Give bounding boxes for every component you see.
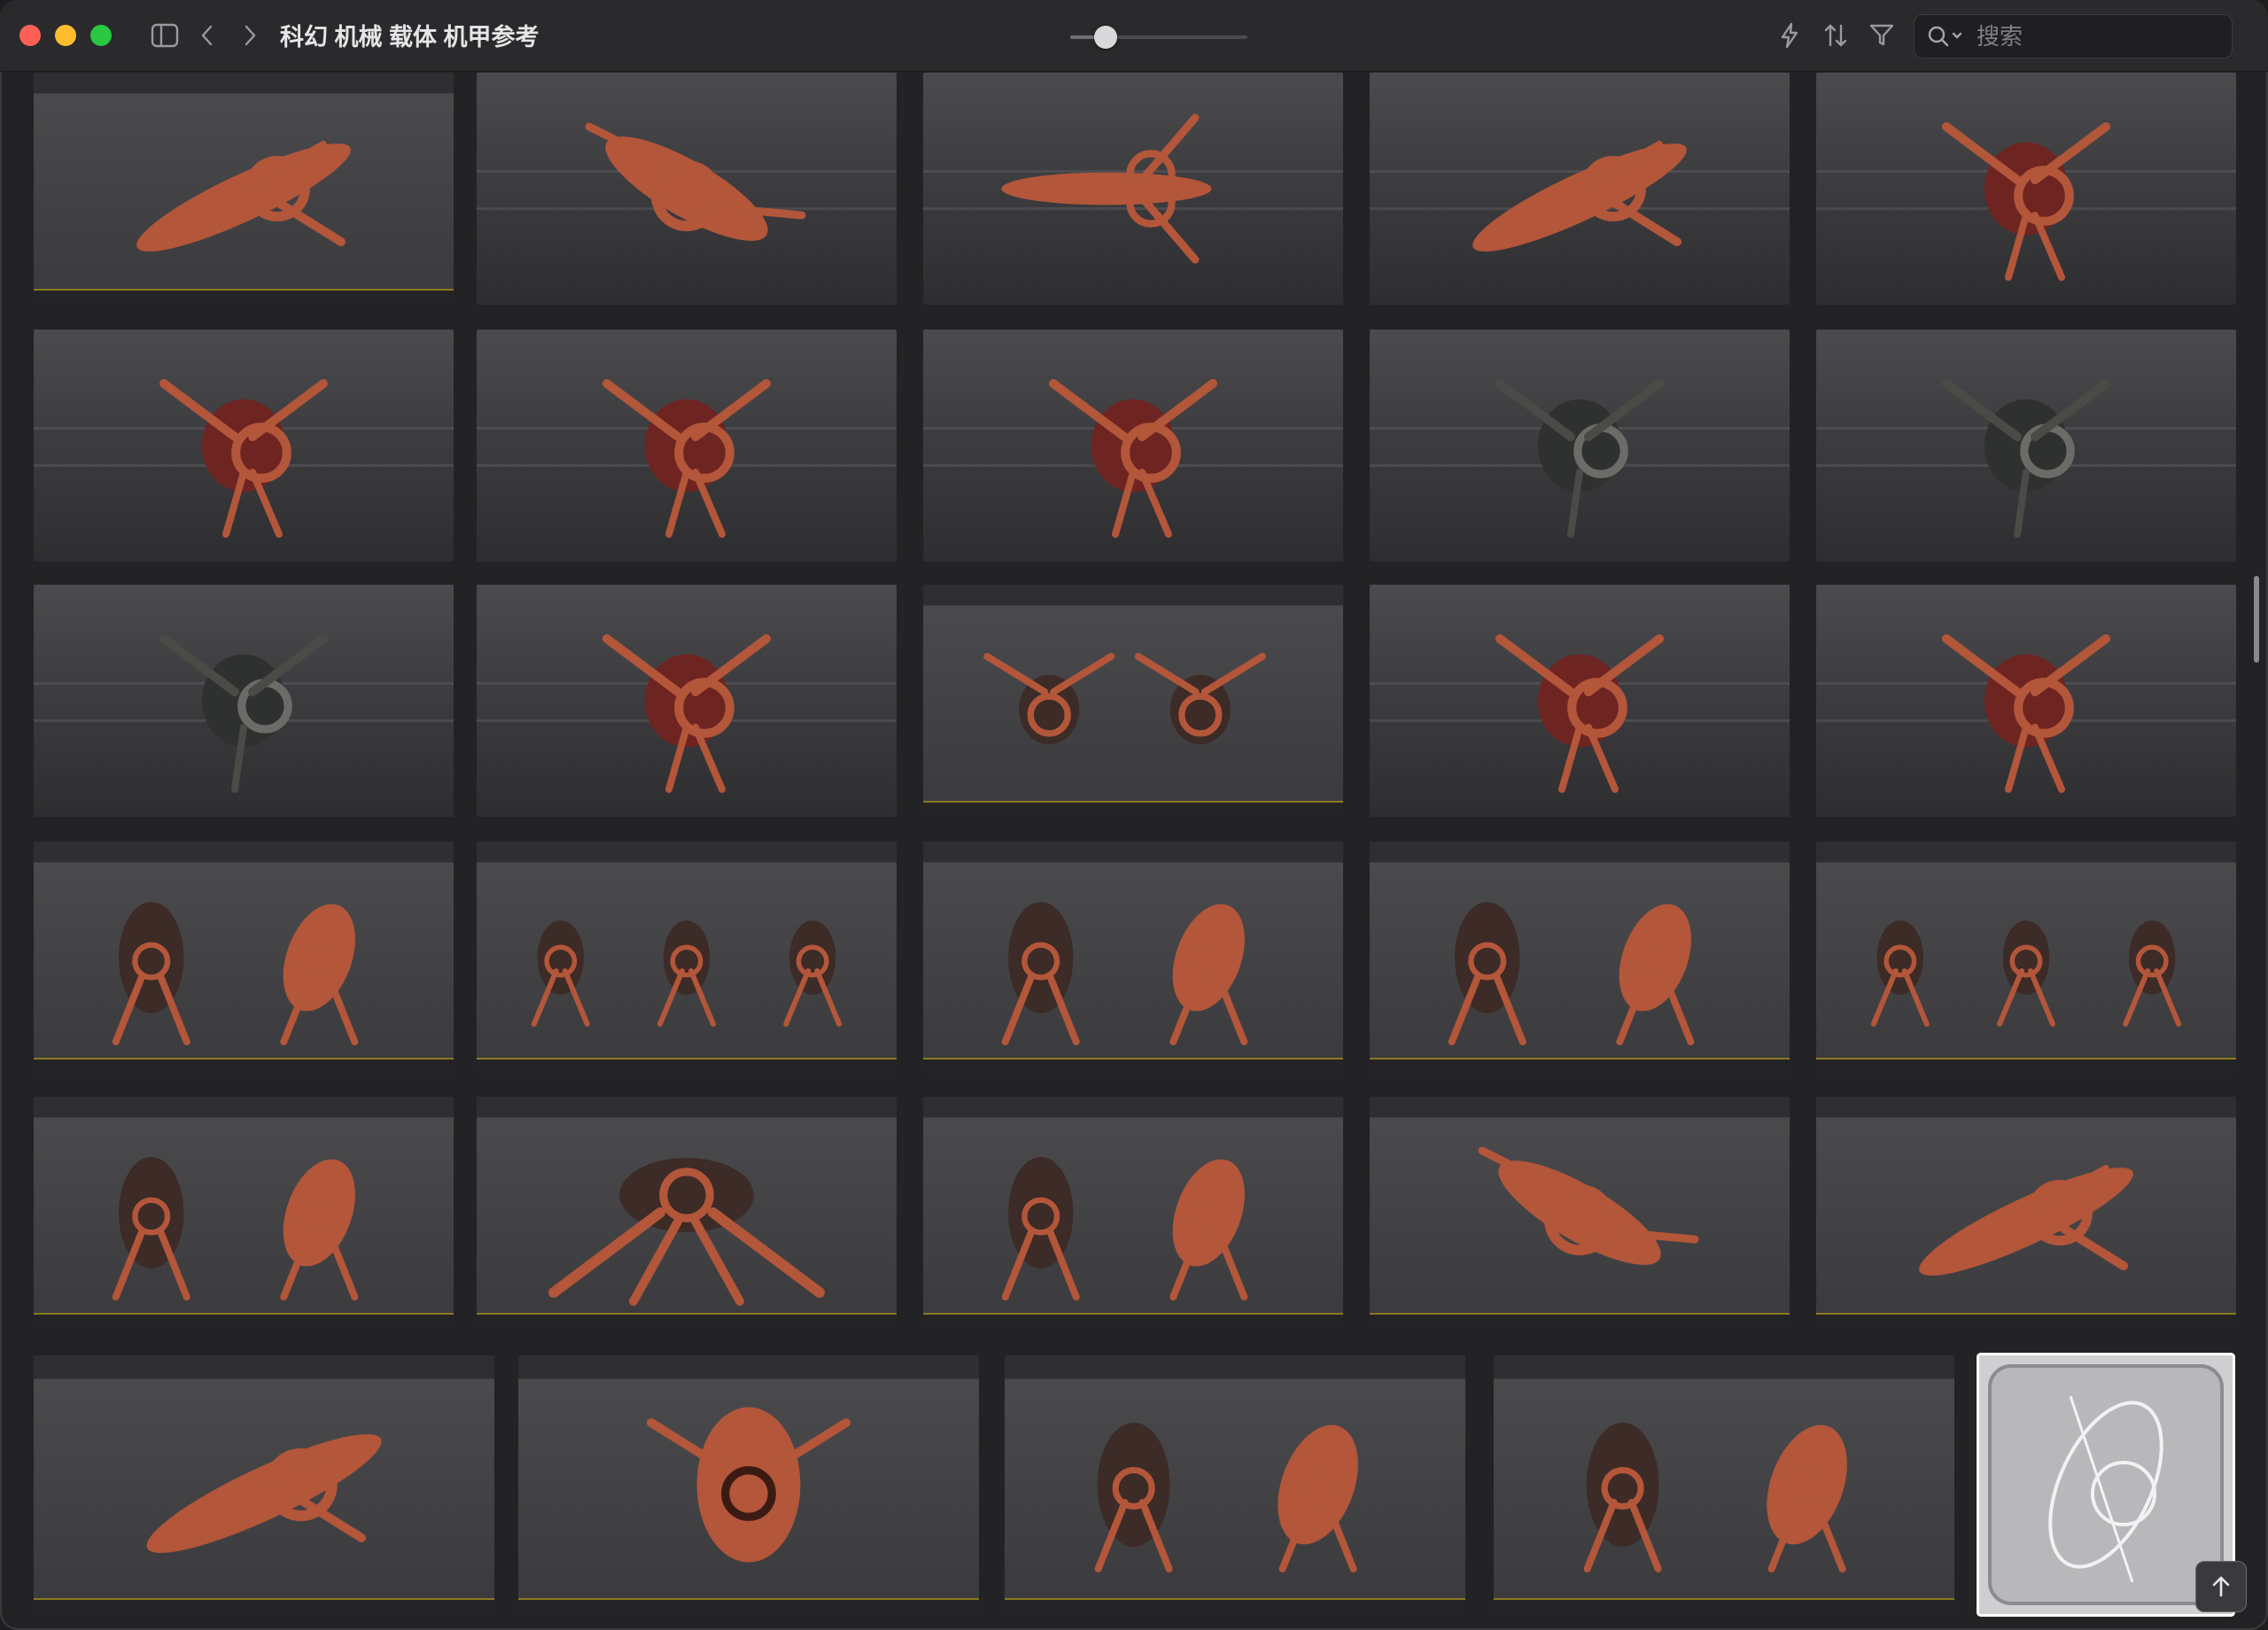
thumbnail-image [1495, 634, 1664, 793]
thumbnail-footer [34, 1313, 454, 1329]
thumbnail-image [1495, 379, 1664, 538]
thumbnail-footer [1370, 1058, 1790, 1074]
thumb-r4-c4[interactable] [1370, 842, 1790, 1074]
thumb-r4-c2[interactable] [477, 842, 897, 1074]
thumbnail-image [647, 1407, 850, 1563]
thumbnail-image [1448, 902, 1695, 1045]
lightning-icon[interactable] [1774, 19, 1806, 51]
thumbnail-image [1001, 1157, 1248, 1300]
thumb-r1-c1[interactable] [34, 73, 454, 305]
thumb-r1-c3[interactable] [923, 73, 1343, 305]
thumb-r4-c1[interactable] [34, 842, 454, 1074]
window-title: 科幻 机械 载体 机甲参考 [280, 24, 540, 50]
thumbnail-image [1472, 141, 1687, 252]
thumb-r1-c4[interactable] [1370, 73, 1790, 305]
sort-icon[interactable] [1820, 19, 1852, 51]
thumb-r6-c1[interactable] [34, 1355, 494, 1614]
thumb-r3-c3[interactable] [923, 585, 1343, 817]
thumbnail-image [1942, 379, 2110, 538]
thumbnail-image [1919, 1165, 2133, 1276]
chevron-left-icon[interactable] [191, 19, 223, 51]
thumbnail-image [112, 902, 359, 1045]
toolbar: 科幻 机械 载体 机甲参考 [0, 0, 2268, 72]
thumbnail-image [602, 634, 771, 793]
thumbnail-image [1001, 113, 1212, 264]
thumbnail-footer [1005, 1598, 1465, 1614]
thumb-r5-c5[interactable] [1816, 1097, 2236, 1329]
search-field[interactable] [1914, 14, 2233, 58]
search-input[interactable] [1975, 20, 2218, 52]
thumbnail-footer [923, 801, 1343, 817]
thumbnail-image [1583, 1422, 1847, 1572]
thumbnail-footer [1370, 1313, 1790, 1329]
thumbnail-image [1001, 902, 1248, 1045]
thumb-r4-c3[interactable] [923, 842, 1343, 1074]
chevron-right-icon[interactable] [234, 19, 266, 51]
thumbnail-image [136, 141, 351, 252]
thumb-r2-c4[interactable] [1370, 330, 1790, 562]
thumb-r3-c5[interactable] [1816, 585, 2236, 817]
thumb-r6-c2[interactable] [518, 1355, 979, 1614]
thumbnail-image [1942, 122, 2110, 281]
thumbnail-footer [477, 1058, 897, 1074]
thumb-r2-c2[interactable] [477, 330, 897, 562]
thumbnail-image [602, 379, 771, 538]
filter-icon[interactable] [1866, 19, 1898, 51]
thumb-r2-c1[interactable] [34, 330, 454, 562]
thumbnail-footer [34, 1058, 454, 1074]
finder-window: 科幻 机械 载体 机甲参考 [0, 0, 2268, 1630]
thumbnail-image [548, 1158, 825, 1306]
thumbnail-image [531, 920, 843, 1027]
thumb-r5-c4[interactable] [1370, 1097, 1790, 1329]
thumb-r4-c5[interactable] [1816, 842, 2236, 1074]
thumbnail-image [1870, 920, 2182, 1027]
thumb-r3-c4[interactable] [1370, 585, 1790, 817]
thumbnail-image [983, 653, 1266, 745]
thumbnail-footer [1816, 1313, 2236, 1329]
maximize-button[interactable] [90, 25, 112, 46]
thumbnail-footer [923, 1058, 1343, 1074]
thumb-r5-c1[interactable] [34, 1097, 454, 1329]
thumb-r2-c5[interactable] [1816, 330, 2236, 562]
thumbnail-image [1942, 634, 2110, 793]
zoom-slider-knob[interactable] [1094, 26, 1117, 49]
thumbnail-footer [518, 1598, 979, 1614]
thumbnail-footer [923, 1313, 1343, 1329]
minimize-button[interactable] [55, 25, 76, 46]
thumbnail-footer [1816, 1058, 2236, 1074]
thumbnail-footer [34, 289, 454, 305]
thumb-r1-c5[interactable] [1816, 73, 2236, 305]
thumb-r6-c3[interactable] [1005, 1355, 1465, 1614]
thumbnail-image [112, 1157, 359, 1300]
thumbnail-image [159, 634, 328, 793]
thumbnail-grid [0, 73, 2247, 1630]
thumbnail-footer [1494, 1598, 1954, 1614]
thumbnail-footer [34, 1598, 494, 1614]
sidebar-icon[interactable] [149, 19, 181, 51]
thumbnail-footer [477, 1313, 897, 1329]
thumb-r3-c1[interactable] [34, 585, 454, 817]
scroll-to-top-button[interactable] [2195, 1561, 2247, 1612]
thumb-r5-c3[interactable] [923, 1097, 1343, 1329]
thumb-r6-c4[interactable] [1494, 1355, 1954, 1614]
thumbnail-image [1478, 1146, 1699, 1265]
thumb-r5-c2[interactable] [477, 1097, 897, 1329]
thumbnail-image [585, 122, 806, 241]
thumbnail-image [1094, 1422, 1358, 1572]
close-button[interactable] [19, 25, 41, 46]
scrollbar-thumb[interactable] [2254, 576, 2259, 663]
thumb-r2-c3[interactable] [923, 330, 1343, 562]
arrow-up-icon [2212, 1576, 2230, 1597]
thumbnail-image [159, 379, 328, 538]
thumbnail-image [1049, 379, 1217, 538]
thumb-r3-c2[interactable] [477, 585, 897, 817]
thumb-r1-c2[interactable] [477, 73, 897, 305]
zoom-slider-fill [1070, 35, 1097, 39]
search-icon[interactable] [1927, 24, 1968, 49]
thumbnail-image [146, 1434, 382, 1553]
